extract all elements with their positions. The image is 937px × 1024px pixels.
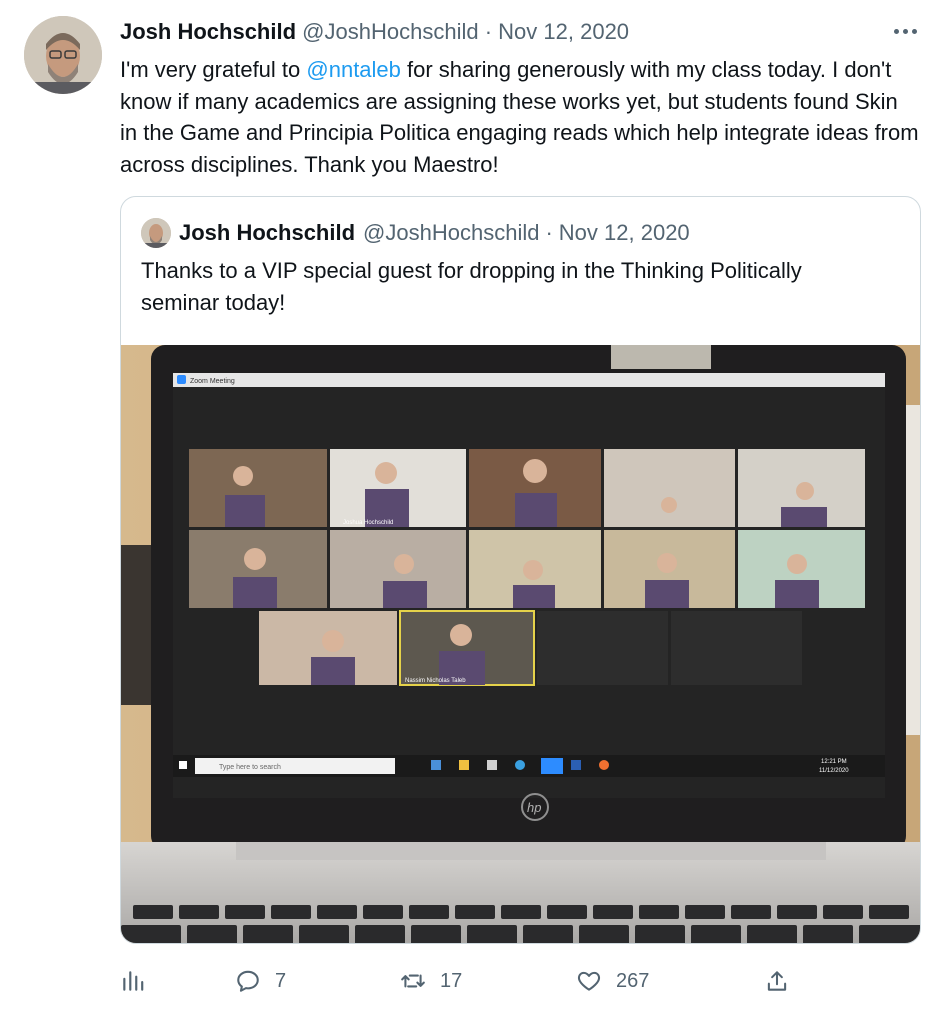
analytics-icon	[123, 971, 144, 991]
taskbar-search-placeholder: Type here to search	[219, 764, 281, 771]
tweet-text: I'm very grateful to @nntaleb for sharin…	[120, 54, 920, 180]
video-tile-off	[671, 611, 802, 685]
video-tile-off	[537, 611, 668, 685]
quoted-tweet-header: Josh Hochschild @JoshHochschild · Nov 12…	[141, 217, 690, 249]
analytics-button[interactable]	[120, 962, 146, 1000]
quoted-tweet-text: Thanks to a VIP special guest for droppi…	[141, 258, 802, 315]
tile-name-label: Nassim Nicholas Taleb	[405, 678, 466, 684]
tweet-actions: 7 17 267	[120, 962, 920, 1000]
tile-name-label: Joshua Hochschild	[343, 520, 393, 526]
zoom-window-title: Zoom Meeting	[190, 378, 235, 385]
heart-icon	[577, 971, 601, 991]
quoted-date: Nov 12, 2020	[558, 220, 690, 245]
tweet-header: Josh Hochschild @JoshHochschild · Nov 12…	[120, 18, 629, 46]
zoom-title-bar	[173, 373, 885, 387]
retweet-button[interactable]: 17	[400, 962, 462, 1000]
taskbar-clock-time: 12:21 PM	[821, 759, 847, 765]
sticky-note	[611, 345, 711, 369]
more-horizontal-icon	[893, 28, 899, 34]
windows-start-icon	[179, 761, 187, 769]
reply-icon	[237, 970, 259, 992]
laptop-hinge	[236, 842, 826, 860]
hp-logo-text: hp	[527, 800, 541, 815]
quoted-author-handle: @JoshHochschild	[363, 220, 540, 245]
reply-button[interactable]: 7	[235, 962, 286, 1000]
tweet-text-part: I'm very grateful to	[120, 57, 307, 82]
share-button[interactable]	[764, 962, 790, 1000]
quoted-tweet-photo[interactable]: Zoom Meeting Joshua Hochschild Nassim Ni…	[121, 345, 921, 944]
retweet-count: 17	[440, 969, 463, 992]
zoom-logo-icon	[177, 375, 186, 384]
share-icon	[767, 971, 787, 991]
quoted-author-avatar	[141, 218, 171, 248]
like-button[interactable]: 267	[576, 962, 649, 1000]
quoted-author-name: Josh Hochschild	[179, 220, 356, 245]
like-count: 267	[616, 969, 650, 992]
author-avatar[interactable]	[24, 16, 102, 94]
mention-link[interactable]: @nntaleb	[306, 57, 401, 82]
separator: ·	[484, 19, 493, 44]
video-tile	[604, 449, 735, 527]
taskbar-clock-date: 11/12/2020	[819, 768, 849, 774]
retweet-icon	[401, 974, 425, 988]
author-name[interactable]: Josh Hochschild	[120, 19, 296, 44]
tweet-date[interactable]: Nov 12, 2020	[498, 19, 629, 44]
more-options-button[interactable]	[888, 18, 922, 44]
quoted-separator: ·	[545, 220, 553, 245]
reply-count: 7	[275, 969, 287, 992]
author-handle[interactable]: @JoshHochschild	[302, 19, 478, 44]
quoted-tweet[interactable]: Josh Hochschild @JoshHochschild · Nov 12…	[120, 196, 921, 944]
